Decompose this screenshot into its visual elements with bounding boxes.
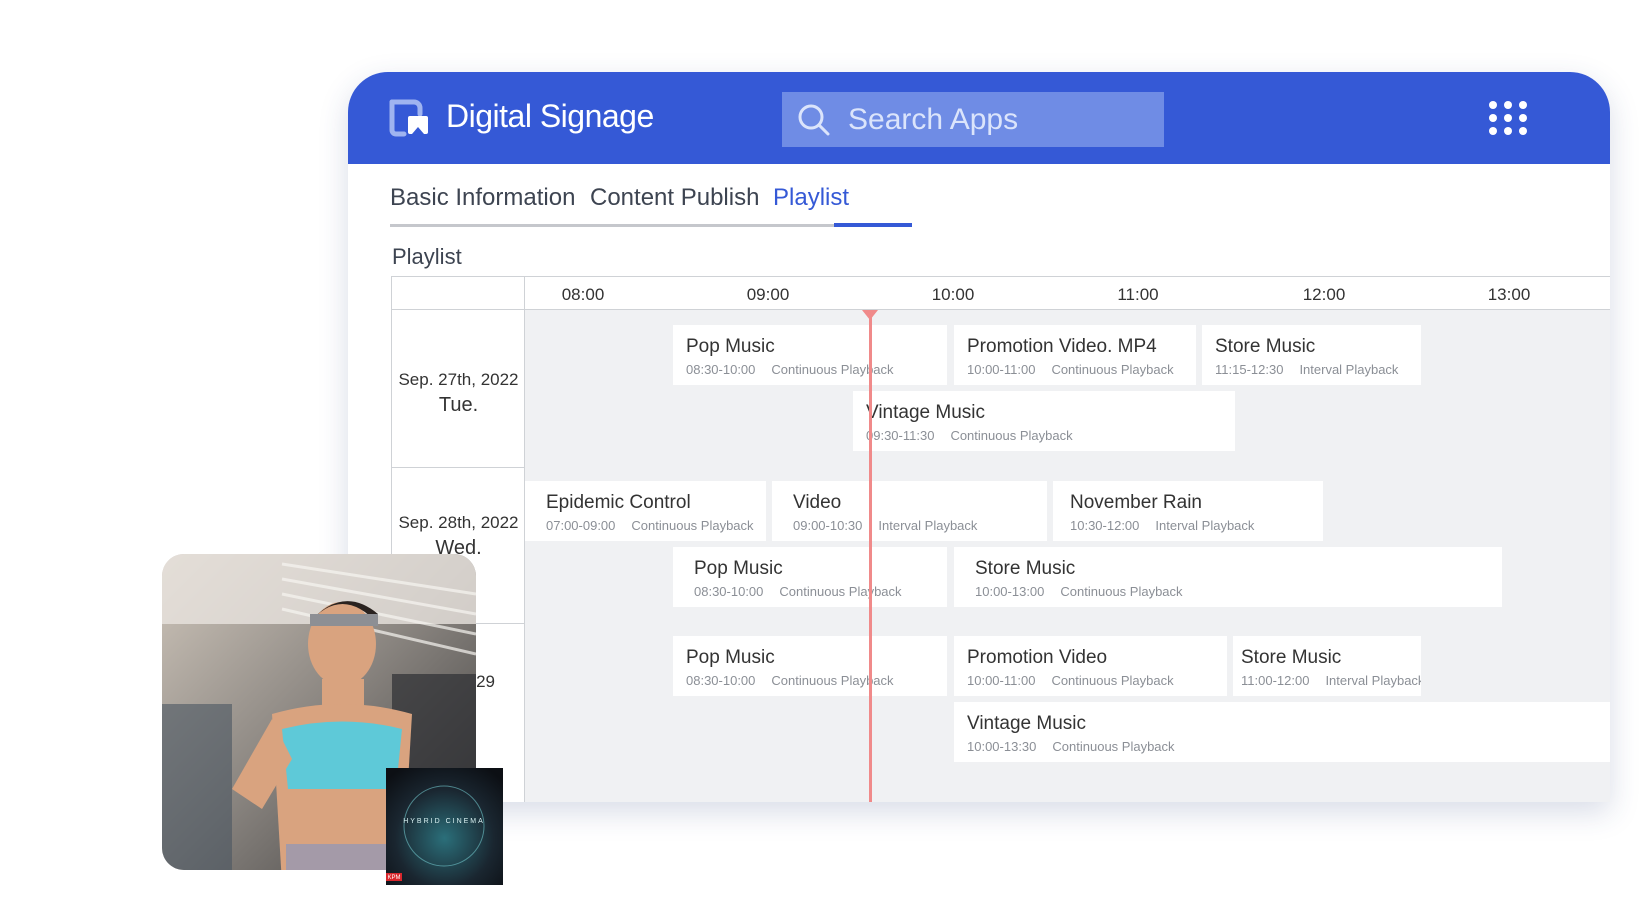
item-title: Store Music: [975, 558, 1076, 579]
item-mode: Continuous Playback: [1051, 673, 1174, 688]
playlist-item[interactable]: Vintage Music 09:30-11:30 Continuous Play…: [853, 391, 1235, 451]
tab-basic-information[interactable]: Basic Information: [390, 184, 575, 212]
item-time: 09:00-10:30: [793, 518, 863, 533]
time-header: 08:00 09:00 10:00 11:00 12:00 13:00: [392, 276, 1610, 311]
app-title: Digital Signage: [446, 98, 654, 134]
grid-dots-icon[interactable]: [1488, 100, 1528, 136]
date-label: Sep. 27th, 2022: [398, 370, 519, 389]
item-title: Store Music: [1241, 647, 1342, 668]
time-tick: 10:00: [931, 285, 975, 304]
playlist-item[interactable]: Promotion Video 10:00-11:00 Continuous Pl…: [954, 636, 1227, 696]
item-meta: 10:00-13:30 Continuous Playback: [967, 739, 1610, 754]
time-tick: 11:00: [1117, 285, 1159, 304]
item-time: 11:00-12:00: [1241, 673, 1310, 688]
item-time: 10:00-13:30: [967, 739, 1037, 754]
schedule-grid: 08:00 09:00 10:00 11:00 12:00 13:00 Sep.…: [391, 276, 1610, 802]
item-title: November Rain: [1070, 492, 1202, 513]
tab-content-publish[interactable]: Content Publish: [590, 184, 759, 212]
search-box[interactable]: [782, 92, 1164, 147]
item-mode: Interval Playback: [1155, 518, 1255, 533]
playlist-item[interactable]: Promotion Video. MP4 10:00-11:00 Continuo…: [954, 325, 1196, 385]
date-row: Sep. 27th, 2022 Tue.: [392, 310, 525, 468]
item-mode: Continuous Playback: [1051, 362, 1174, 377]
app-window: Digital Signage Basic Information Conten…: [348, 72, 1610, 802]
signage-logo-icon: [389, 99, 428, 137]
item-mode: Continuous Playback: [779, 584, 902, 599]
item-title: Promotion Video: [967, 647, 1108, 668]
item-title: Epidemic Control: [546, 492, 691, 513]
item-time: 08:30-10:00: [694, 584, 764, 599]
item-meta: 10:00-11:00 Continuous Playback: [967, 673, 1227, 688]
item-meta: 08:30-10:00 Continuous Playback: [686, 362, 947, 377]
item-mode: Continuous Playback: [631, 518, 754, 533]
item-time: 08:30-10:00: [686, 362, 756, 377]
item-meta: 08:30-10:00 Continuous Playback: [686, 673, 947, 688]
time-tick: 12:00: [1302, 285, 1346, 304]
item-title: Pop Music: [694, 558, 783, 579]
item-meta: 09:00-10:30 Interval Playback: [793, 518, 1047, 533]
playlist-item[interactable]: Pop Music 08:30-10:00 Continuous Playback: [673, 547, 947, 607]
item-title: Vintage Music: [967, 713, 1086, 734]
album-cover: HYBRID CINEMA KPM: [386, 768, 503, 885]
item-meta: 07:00-09:00 Continuous Playback: [546, 518, 766, 533]
item-time: 07:00-09:00: [546, 518, 616, 533]
time-tick: 08:00: [561, 285, 605, 304]
item-time: 09:30-11:30: [866, 428, 935, 443]
tab-bar: Basic Information Content Publish Playli…: [390, 184, 912, 227]
item-title: Pop Music: [686, 647, 775, 668]
album-label: KPM: [387, 875, 400, 881]
item-mode: Continuous Playback: [771, 362, 894, 377]
item-time: 11:15-12:30: [1215, 362, 1284, 377]
playlist-item[interactable]: Video 09:00-10:30 Interval Playback: [772, 481, 1047, 541]
album-title: HYBRID CINEMA: [403, 818, 485, 825]
item-time: 10:00-11:00: [967, 362, 1036, 377]
item-time: 10:00-11:00: [967, 673, 1036, 688]
item-mode: Interval Playback: [1325, 673, 1421, 688]
tab-playlist[interactable]: Playlist: [773, 184, 849, 212]
item-title: Pop Music: [686, 336, 775, 357]
item-mode: Continuous Playback: [1060, 584, 1183, 599]
playlist-item[interactable]: Store Music 11:15-12:30 Interval Playback: [1202, 325, 1421, 385]
playlist-item[interactable]: November Rain 10:30-12:00 Interval Playba…: [1053, 481, 1323, 541]
item-title: Vintage Music: [866, 402, 985, 423]
album-art: HYBRID CINEMA KPM: [386, 768, 503, 885]
item-meta: 11:00-12:00 Interval Playback: [1241, 673, 1421, 688]
time-tick: 13:00: [1487, 285, 1531, 304]
item-time: 10:30-12:00: [1070, 518, 1140, 533]
item-time: 10:00-13:00: [975, 584, 1045, 599]
day-label: Tue.: [438, 394, 479, 416]
item-meta: 10:30-12:00 Interval Playback: [1070, 518, 1323, 533]
item-meta: 10:00-11:00 Continuous Playback: [967, 362, 1196, 377]
playlist-item[interactable]: Store Music 10:00-13:00 Continuous Playba…: [954, 547, 1502, 607]
item-time: 08:30-10:00: [686, 673, 756, 688]
item-meta: 09:30-11:30 Continuous Playback: [866, 428, 1235, 443]
tab-active-indicator: [834, 223, 912, 227]
schedule-area: Pop Music 08:30-10:00 Continuous Playback…: [525, 310, 1610, 802]
item-title: Store Music: [1215, 336, 1316, 357]
playlist-item[interactable]: Pop Music 08:30-10:00 Continuous Playback: [673, 325, 947, 385]
playlist-item[interactable]: Epidemic Control 07:00-09:00 Continuous P…: [525, 481, 766, 541]
item-title: Video: [793, 492, 842, 513]
item-mode: Interval Playback: [1299, 362, 1399, 377]
current-time-line: [869, 312, 872, 802]
item-mode: Continuous Playback: [771, 673, 894, 688]
item-title: Promotion Video. MP4: [967, 336, 1157, 357]
search-input[interactable]: [846, 101, 1150, 138]
section-title: Playlist: [392, 244, 462, 269]
item-mode: Continuous Playback: [950, 428, 1073, 443]
item-mode: Interval Playback: [878, 518, 978, 533]
item-meta: 08:30-10:00 Continuous Playback: [694, 584, 947, 599]
item-meta: 10:00-13:00 Continuous Playback: [975, 584, 1502, 599]
playlist-item[interactable]: Store Music 11:00-12:00 Interval Playback: [1233, 636, 1421, 696]
item-meta: 11:15-12:30 Interval Playback: [1215, 362, 1421, 377]
time-tick: 09:00: [746, 285, 790, 304]
item-mode: Continuous Playback: [1052, 739, 1175, 754]
header-corner: [392, 277, 525, 311]
playlist-item[interactable]: Pop Music 08:30-10:00 Continuous Playback: [673, 636, 947, 696]
date-label: Sep. 28th, 2022: [398, 513, 519, 532]
playlist-item[interactable]: Vintage Music 10:00-13:30 Continuous Play…: [954, 702, 1610, 762]
search-icon: [798, 104, 830, 135]
top-bar: Digital Signage: [348, 72, 1610, 164]
tab-divider: [390, 224, 870, 227]
